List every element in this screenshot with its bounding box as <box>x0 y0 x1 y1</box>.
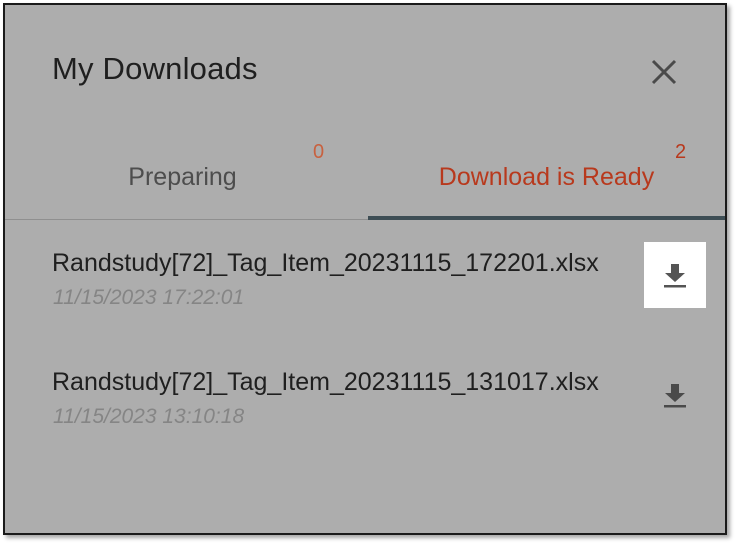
download-icon <box>664 264 686 288</box>
tab-ready-label: Download is Ready <box>438 163 655 191</box>
close-icon <box>651 59 677 85</box>
file-date: 11/15/2023 13:10:18 <box>53 405 245 428</box>
tab-download-ready[interactable]: 2 Download is Ready <box>368 137 725 219</box>
download-button[interactable] <box>644 242 706 308</box>
tab-preparing-count: 0 <box>313 141 325 163</box>
dialog-title: My Downloads <box>52 51 258 86</box>
close-button[interactable] <box>645 53 683 91</box>
file-name: Randstudy[72]_Tag_Item_20231115_131017.x… <box>52 368 599 396</box>
downloads-dialog: My Downloads 0 Preparing 2 Download is R… <box>3 3 727 535</box>
tab-preparing[interactable]: 0 Preparing <box>5 137 368 219</box>
tab-ready-count: 2 <box>675 141 687 163</box>
active-tab-indicator <box>368 216 725 220</box>
tab-preparing-label: Preparing <box>128 163 237 191</box>
file-date: 11/15/2023 17:22:01 <box>53 286 245 309</box>
download-button[interactable] <box>644 362 706 428</box>
download-icon <box>664 384 686 408</box>
download-list-item: Randstudy[72]_Tag_Item_20231115_131017.x… <box>5 368 725 448</box>
download-list-item: Randstudy[72]_Tag_Item_20231115_172201.x… <box>5 249 725 329</box>
file-name: Randstudy[72]_Tag_Item_20231115_172201.x… <box>52 249 599 277</box>
